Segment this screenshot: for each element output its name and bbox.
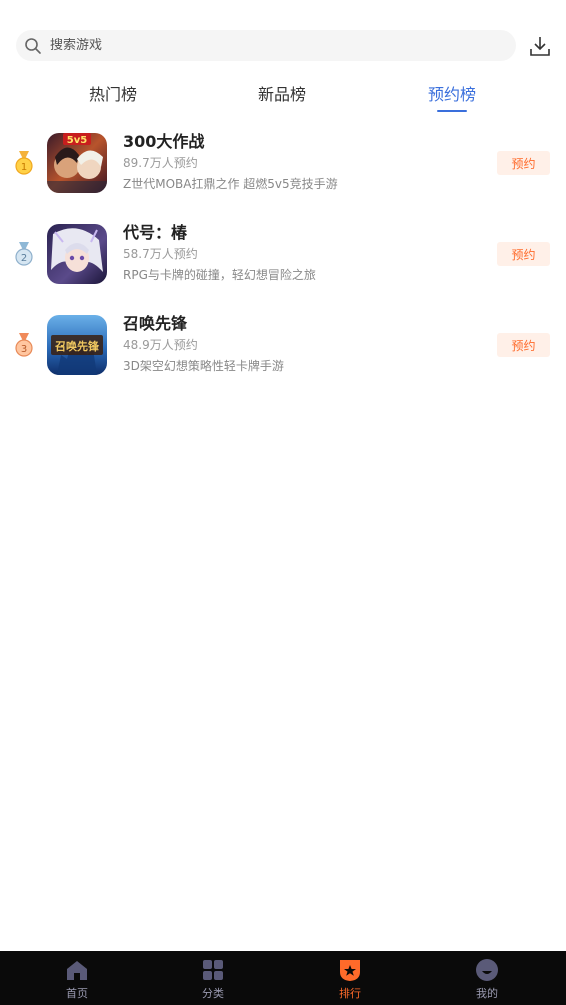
nav-label: 排行: [339, 987, 361, 1000]
ranking-tabs: 热门榜 新品榜 预约榜: [0, 82, 566, 116]
rank-number: 1: [21, 162, 27, 173]
nav-label: 我的: [476, 987, 498, 1000]
game-description: Z世代MOBA扛鼎之作 超燃5v5竞技手游: [123, 177, 338, 191]
rank-number: 3: [21, 344, 27, 355]
reserve-button[interactable]: 预约: [497, 242, 550, 266]
game-description: RPG与卡牌的碰撞，轻幻想冒险之旅: [123, 268, 316, 282]
icon-badge: 5v5: [67, 135, 87, 146]
game-icon[interactable]: [47, 224, 107, 284]
tab-active-indicator: [437, 110, 467, 112]
reserve-button[interactable]: 预约: [497, 151, 550, 175]
game-icon[interactable]: 5v5: [47, 133, 107, 193]
reserve-button[interactable]: 预约: [497, 333, 550, 357]
bottom-nav: 首页 分类 排行 我的: [0, 951, 566, 1005]
tab-reservation[interactable]: 预约榜: [392, 82, 512, 112]
search-icon: [24, 37, 42, 55]
game-name: 召唤先锋: [123, 314, 188, 333]
reservation-count: 58.7万人预约: [123, 247, 198, 261]
nav-home[interactable]: 首页: [27, 951, 127, 1005]
list-item[interactable]: 1 5v5 300大作战 89.7万人预约 Z世代MOBA扛鼎之作 超燃5v5竞…: [0, 124, 566, 215]
game-icon[interactable]: 召唤先锋: [47, 315, 107, 375]
icon-title: 召唤先锋: [55, 339, 100, 353]
tab-label: 预约榜: [427, 85, 476, 104]
reservation-count: 89.7万人预约: [123, 156, 198, 170]
download-icon: [530, 37, 550, 56]
game-list: 1 5v5 300大作战 89.7万人预约 Z世代MOBA扛鼎之作 超燃5v5竞…: [0, 124, 566, 397]
gold-medal-icon: 1: [15, 151, 33, 175]
nav-profile[interactable]: 我的: [437, 951, 537, 1005]
nav-label: 分类: [202, 987, 224, 1000]
nav-ranking[interactable]: 排行: [300, 951, 400, 1005]
profile-icon: [475, 958, 499, 982]
game-name: 代号：椿: [123, 223, 188, 242]
search-bar[interactable]: [16, 30, 516, 61]
ranking-page: 热门榜 新品榜 预约榜 1: [0, 0, 566, 1005]
grid-icon: [201, 958, 225, 982]
rank-number: 2: [21, 253, 27, 264]
tab-label: 新品榜: [257, 85, 306, 104]
search-input[interactable]: [50, 38, 516, 53]
list-item[interactable]: 3 召唤先锋 召唤先锋 48.9万人预约 3D架空幻想策略性轻卡牌手游 预约: [0, 306, 566, 397]
reservation-count: 48.9万人预约: [123, 338, 198, 352]
download-button[interactable]: [528, 34, 552, 58]
list-item[interactable]: 2 代号：椿 58.7万人预约 RPG与卡牌的碰撞，轻幻想冒险之旅 预约: [0, 215, 566, 306]
nav-label: 首页: [66, 987, 88, 1000]
home-icon: [65, 958, 89, 982]
silver-medal-icon: 2: [15, 242, 33, 266]
nav-category[interactable]: 分类: [163, 951, 263, 1005]
tab-new[interactable]: 新品榜: [222, 82, 342, 108]
tab-label: 热门榜: [88, 85, 137, 104]
game-name: 300大作战: [123, 132, 205, 151]
tab-hot[interactable]: 热门榜: [53, 82, 173, 108]
bronze-medal-icon: 3: [15, 333, 33, 357]
ranking-icon: [338, 958, 362, 982]
game-description: 3D架空幻想策略性轻卡牌手游: [123, 359, 284, 373]
